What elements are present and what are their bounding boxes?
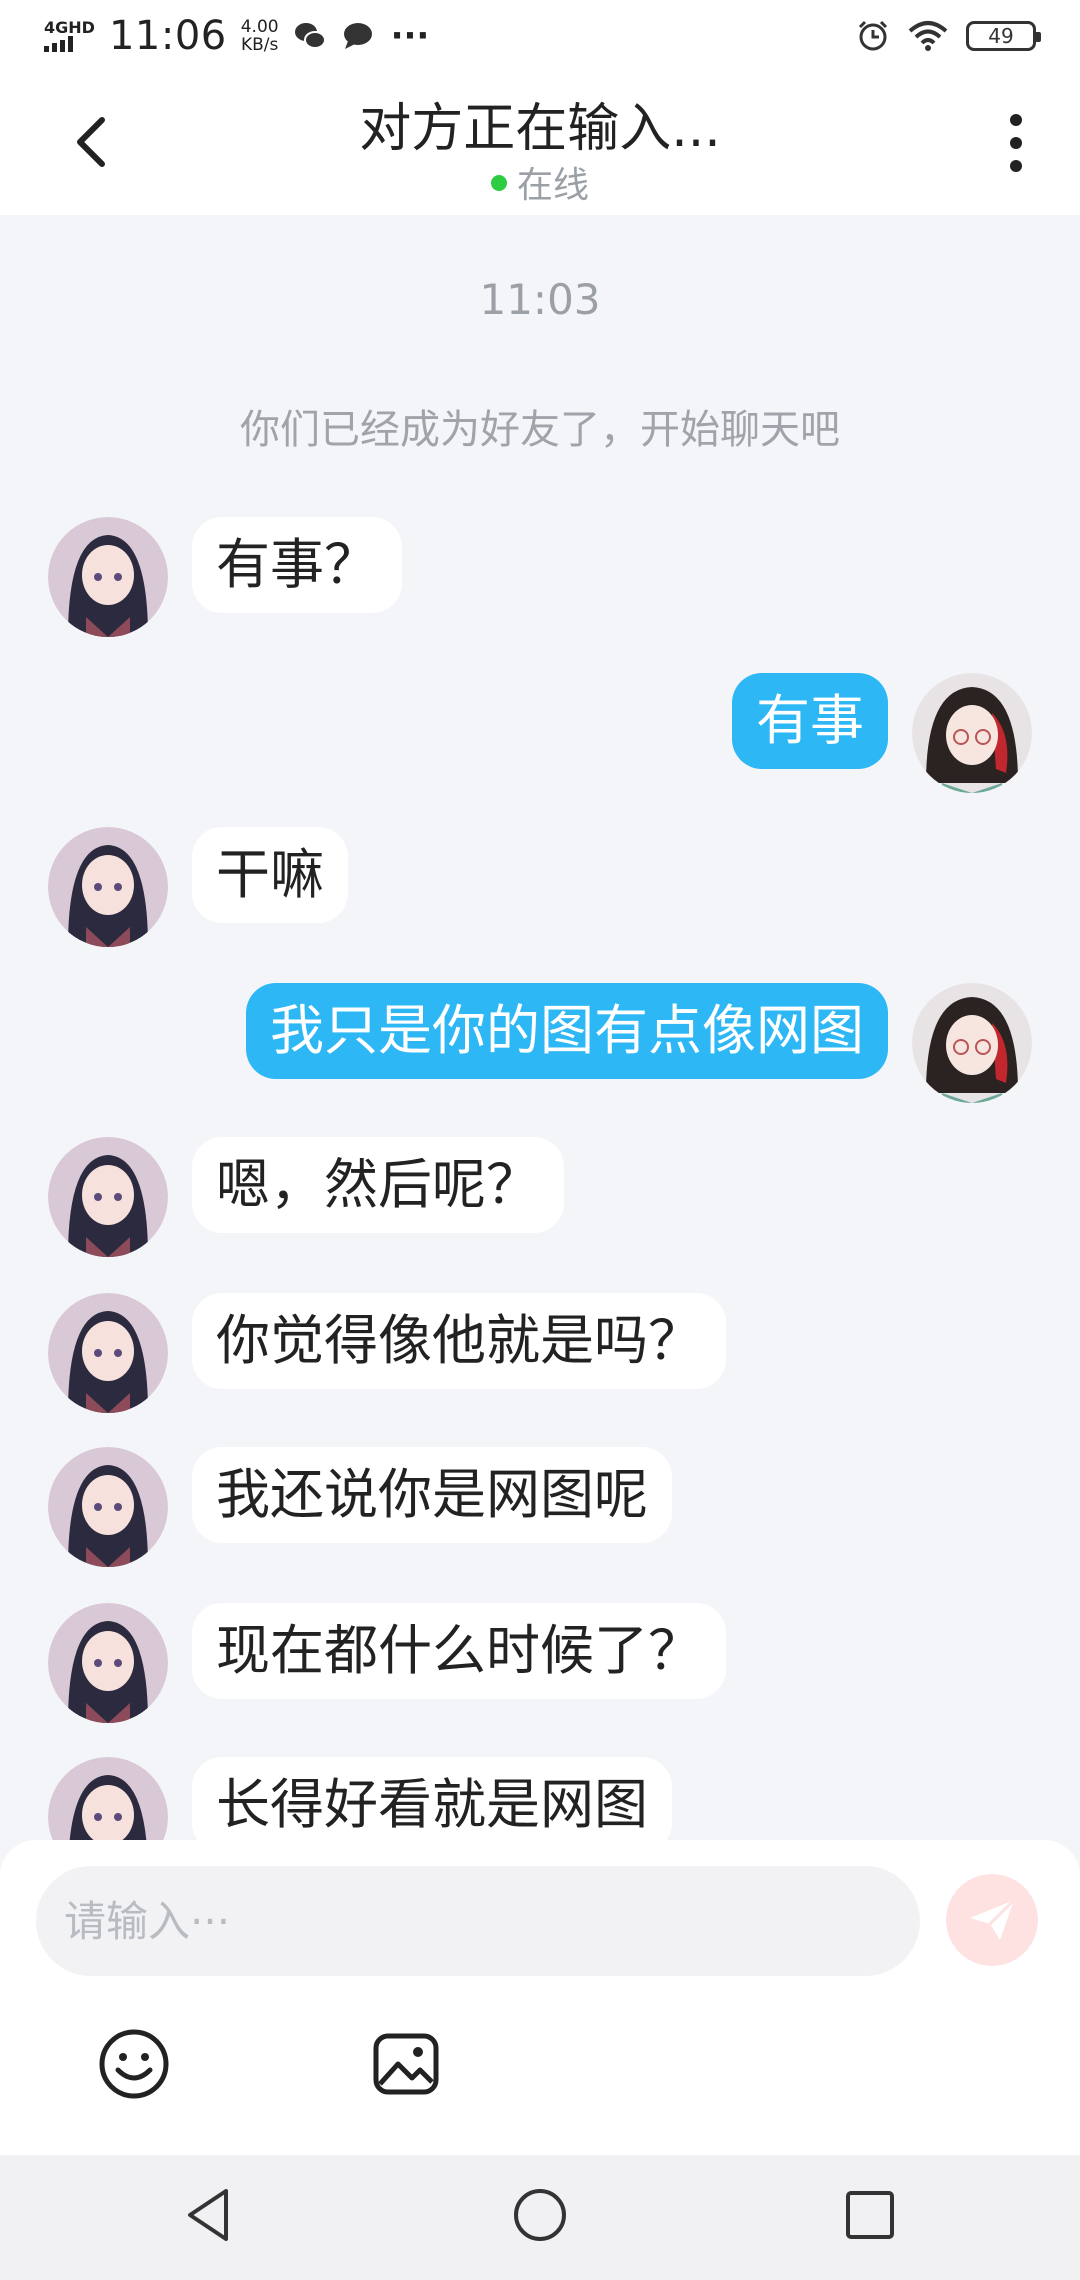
- contact-avatar[interactable]: [48, 827, 168, 947]
- message-bubble-sent[interactable]: 我只是你的图有点像网图: [246, 983, 888, 1079]
- send-button[interactable]: [946, 1874, 1038, 1966]
- system-navigation-bar: [0, 2155, 1080, 2280]
- contact-avatar[interactable]: [48, 1137, 168, 1257]
- chat-message-list[interactable]: 11:03 你们已经成为好友了，开始聊天吧 有事？ 有事 干嘛 我只是你的图有点…: [0, 215, 1080, 1840]
- my-avatar[interactable]: [912, 673, 1032, 793]
- message-row: 干嘛: [0, 827, 1080, 947]
- nav-home-icon[interactable]: [508, 2183, 572, 2247]
- system-message: 你们已经成为好友了，开始聊天吧: [240, 407, 840, 453]
- battery-icon: 49: [966, 21, 1041, 51]
- contact-avatar[interactable]: [48, 1447, 168, 1567]
- message-bubble-received[interactable]: 我还说你是网图呢: [192, 1447, 672, 1543]
- emoji-icon[interactable]: [98, 2028, 170, 2100]
- speed-unit: KB/s: [240, 35, 279, 55]
- network-speed: 4.00 KB/s: [241, 18, 279, 54]
- message-bubble-sent[interactable]: 有事: [732, 673, 888, 769]
- message-bubble-received[interactable]: 干嘛: [192, 827, 348, 923]
- more-notifications-icon: ···: [390, 16, 430, 56]
- more-options-icon[interactable]: [996, 110, 1036, 176]
- network-type: 4GHD: [44, 18, 95, 37]
- contact-avatar[interactable]: [48, 1293, 168, 1413]
- alarm-icon: [858, 20, 888, 51]
- message-row: 嗯，然后呢？: [0, 1137, 1080, 1257]
- online-dot-icon: [490, 175, 507, 191]
- chat-header: 对方正在输入... 在线: [0, 72, 1080, 215]
- my-avatar[interactable]: [912, 983, 1032, 1103]
- page-title: 对方正在输入...: [359, 99, 721, 159]
- clock: 11:06: [108, 13, 227, 59]
- contact-avatar[interactable]: [48, 1603, 168, 1723]
- image-icon[interactable]: [370, 2028, 442, 2100]
- message-bubble-received[interactable]: 你觉得像他就是吗？: [192, 1293, 726, 1389]
- contact-avatar[interactable]: [48, 1757, 168, 1840]
- message-row: 有事: [0, 673, 1080, 793]
- message-row: 我只是你的图有点像网图: [0, 983, 1080, 1103]
- contact-avatar[interactable]: [48, 517, 168, 637]
- message-input[interactable]: [36, 1866, 920, 1976]
- status-bar: 4GHD 11:06 4.00 KB/s ··· 49: [0, 0, 1080, 72]
- online-status-label: 在线: [516, 165, 589, 206]
- wechat-icon: [294, 23, 326, 49]
- message-bubble-received[interactable]: 现在都什么时候了？: [192, 1603, 726, 1699]
- message-bubble-received[interactable]: 长得好看就是网图: [192, 1757, 672, 1840]
- speed-value: 4.00: [240, 17, 279, 37]
- nav-back-icon[interactable]: [178, 2183, 242, 2247]
- input-panel: [0, 1840, 1080, 2155]
- nav-recent-apps-icon[interactable]: [840, 2185, 900, 2245]
- message-row: 现在都什么时候了？: [0, 1603, 1080, 1723]
- send-icon: [970, 1898, 1016, 1940]
- cellular-signal-icon: 4GHD: [44, 20, 95, 52]
- battery-level: 49: [988, 24, 1014, 48]
- message-row: 长得好看就是网图: [0, 1757, 1080, 1840]
- message-icon: [343, 23, 372, 49]
- online-status: 在线: [0, 156, 1080, 208]
- message-bubble-received[interactable]: 嗯，然后呢？: [192, 1137, 564, 1233]
- message-row: 我还说你是网图呢: [0, 1447, 1080, 1567]
- chat-timestamp: 11:03: [479, 275, 601, 324]
- message-row: 你觉得像他就是吗？: [0, 1293, 1080, 1413]
- message-row: 有事？: [0, 517, 1080, 637]
- message-bubble-received[interactable]: 有事？: [192, 517, 402, 613]
- wifi-icon: [908, 21, 948, 51]
